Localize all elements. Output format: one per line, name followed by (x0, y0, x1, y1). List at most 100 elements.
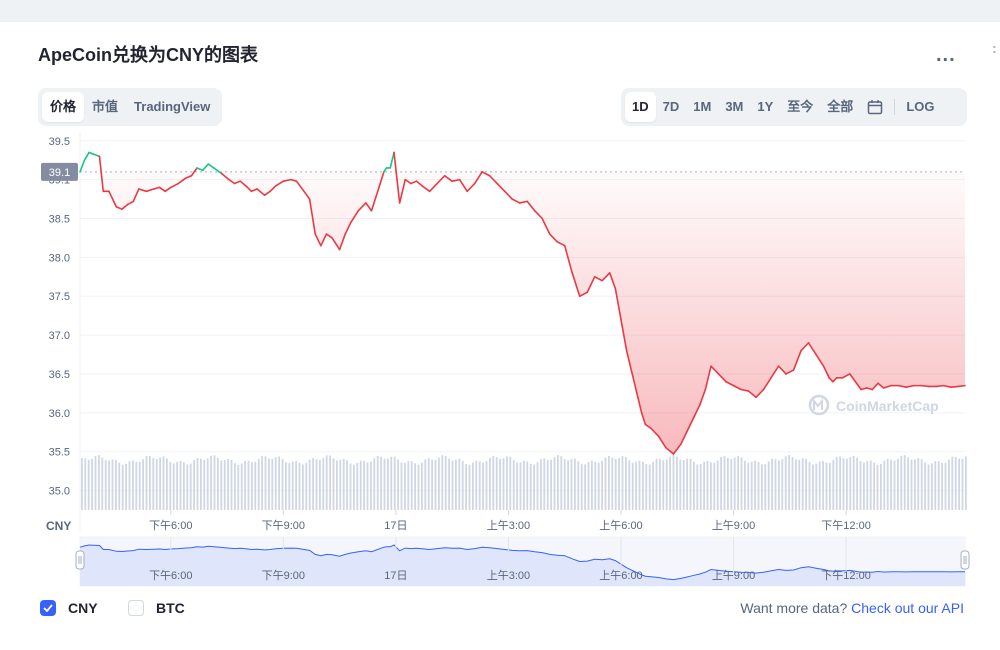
volume-bar (417, 464, 420, 510)
volume-bar (390, 456, 393, 510)
volume-bar (247, 460, 250, 510)
volume-bar (954, 456, 957, 510)
volume-bar (291, 461, 294, 510)
volume-bar (81, 458, 83, 510)
volume-bar (808, 462, 811, 510)
volume-bar (621, 456, 624, 510)
open-price-label: 39.1 (41, 162, 78, 181)
volume-bar (536, 462, 539, 510)
volume-bar (648, 464, 651, 510)
volume-bar (237, 464, 240, 510)
volume-bar (427, 458, 430, 510)
volume-bar (278, 456, 280, 510)
volume-bar (903, 455, 906, 510)
volume-bar (944, 462, 947, 510)
volume-bar (162, 456, 165, 510)
price-below-open-area (80, 171, 965, 455)
volume-bar (757, 462, 760, 510)
volume-bar (839, 456, 841, 510)
volume-bar (801, 458, 804, 510)
volume-bar (723, 456, 726, 510)
navigator-handle-right[interactable] (960, 550, 970, 570)
volume-bar (482, 462, 484, 510)
volume-bar (580, 464, 583, 510)
volume-bar (965, 456, 967, 510)
volume-bar (526, 461, 529, 510)
volume-bar (458, 458, 461, 510)
volume-bar (873, 462, 875, 510)
volume-bar (288, 463, 291, 510)
volume-bar (727, 457, 729, 510)
volume-bar (441, 455, 444, 510)
volume-bar (863, 462, 865, 510)
api-link[interactable]: Check out our API (851, 600, 964, 616)
volume-bar (308, 459, 311, 510)
volume-bar (604, 457, 607, 510)
volume-bar (866, 461, 869, 510)
price-chart: CoinMarketCap 39.5 39.1 38.5 38.0 37.5 37.0 36… (41, 133, 970, 587)
volume-bar (166, 458, 168, 510)
range-navigator[interactable]: 下午6:00 下午9:00 17日 上午3:00 上午6:00 上午9:00 下午12:00 (75, 536, 970, 587)
volume-bar (880, 463, 882, 510)
legend-item-cny[interactable]: CNY (40, 600, 98, 616)
volume-bar (264, 456, 267, 510)
volume-bar (914, 459, 916, 510)
volume-bar (948, 459, 950, 510)
price-segment (196, 167, 204, 172)
volume-bar (577, 461, 580, 510)
volume-bar (907, 457, 909, 510)
volume-bar (659, 458, 661, 510)
volume-bar (744, 460, 746, 510)
volume-bar (937, 461, 940, 510)
volume-bar (91, 458, 93, 510)
volume-bar (665, 459, 668, 510)
volume-bar (298, 462, 301, 510)
volume-bar (686, 458, 688, 510)
checkbox-empty-icon[interactable] (128, 600, 144, 616)
volume-bar (750, 461, 753, 510)
volume-bar (302, 464, 304, 510)
volume-bar (931, 463, 933, 510)
volume-bar (319, 459, 321, 510)
volume-bar (363, 461, 365, 510)
check-icon[interactable] (40, 600, 56, 616)
volume-bar (353, 464, 355, 510)
price-segment (207, 163, 215, 169)
volume-bar (468, 464, 471, 510)
volume-bar (570, 459, 573, 510)
volume-bar (567, 460, 569, 510)
x-axis: 下午6:00 下午9:00 17日 上午3:00 上午6:00 上午9:00 下午12:00 (149, 510, 871, 532)
volume-bar (713, 462, 716, 510)
volume-bar (795, 459, 797, 510)
legend-item-btc[interactable]: BTC (128, 600, 185, 616)
volume-bar (240, 463, 243, 510)
volume-bar (829, 462, 831, 510)
volume-bar (495, 457, 498, 510)
volume-bar (533, 464, 535, 510)
x-tick-label: 下午12:00 (821, 519, 871, 532)
volume-bar (733, 457, 736, 510)
volume-bar (387, 458, 389, 510)
y-tick-label: 37.5 (49, 291, 70, 303)
watermark-logo-mark (813, 398, 823, 410)
volume-bar (655, 458, 658, 510)
volume-bar (336, 460, 338, 510)
navigator-tick-label: 下午12:00 (821, 569, 871, 582)
volume-bar (448, 458, 450, 510)
volume-bar (424, 459, 427, 510)
y-tick-label: 37.0 (49, 330, 70, 342)
volume-bar (132, 460, 134, 510)
volume-bar (492, 455, 495, 510)
volume-bar (846, 458, 848, 510)
handle-grip (75, 550, 85, 570)
volume-bar (591, 460, 593, 510)
volume-bar (519, 462, 522, 510)
price-segment (92, 153, 101, 158)
navigator-handle-left[interactable] (75, 550, 85, 570)
navigator-tick-label: 上午6:00 (599, 569, 642, 582)
volume-bar (223, 460, 226, 510)
volume-bar (499, 458, 501, 510)
volume-bar (186, 464, 189, 510)
volume-bar (662, 460, 665, 510)
volume-bar (217, 457, 219, 510)
